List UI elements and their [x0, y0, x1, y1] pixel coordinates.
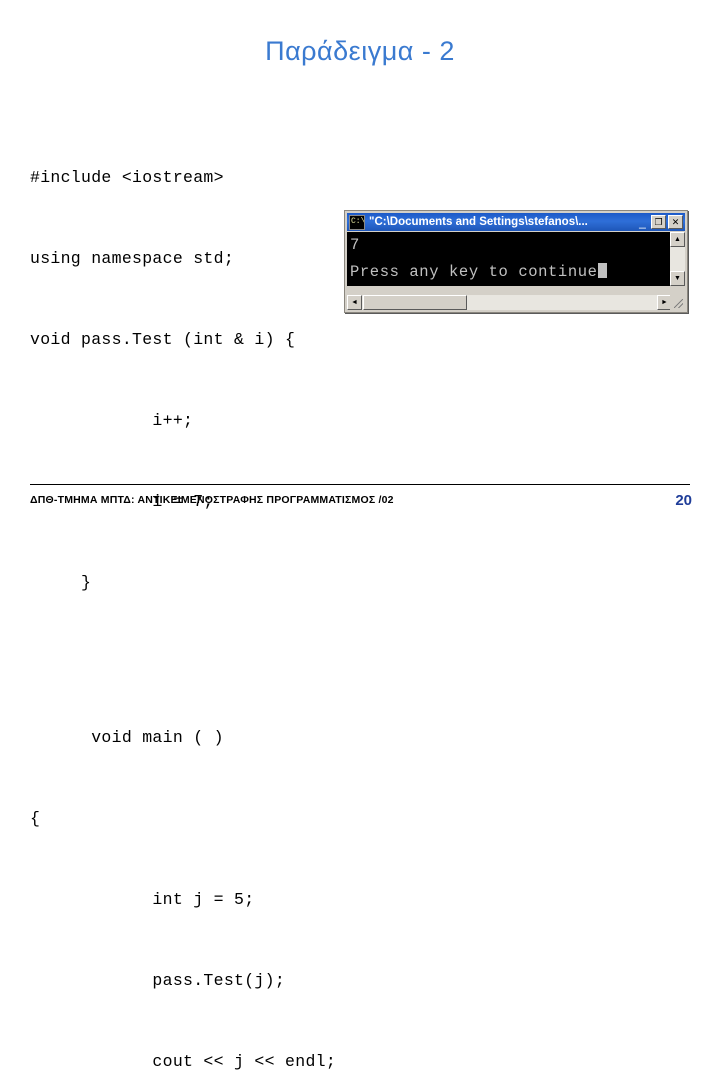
code-line: }: [30, 573, 92, 592]
vertical-scrollbar[interactable]: ▲ ▼: [670, 232, 685, 286]
titlebar-buttons: _ ❐ ✕: [636, 215, 683, 229]
code-line: pass.Test(j);: [30, 971, 286, 990]
horizontal-scroll-thumb[interactable]: [363, 295, 467, 310]
code-line: void pass.Test (int & i) {: [30, 330, 296, 349]
scroll-down-icon[interactable]: ▼: [670, 271, 685, 286]
page-title: Παράδειγμα - 2: [265, 36, 455, 66]
scroll-left-icon[interactable]: ◄: [347, 295, 362, 310]
console-output-area: 7 Press any key to continue: [347, 232, 672, 286]
console-output-line-2: Press any key to continue: [347, 259, 672, 286]
console-window[interactable]: C:\ "C:\Documents and Settings\stefanos\…: [344, 210, 688, 313]
minimize-button[interactable]: _: [636, 215, 649, 229]
maximize-button[interactable]: ❐: [651, 215, 666, 229]
code-line: int j = 5;: [30, 890, 255, 909]
console-output-line-1: 7: [350, 236, 360, 254]
console-title-text: "C:\Documents and Settings\stefanos\...: [369, 216, 588, 228]
horizontal-scrollbar[interactable]: ◄ ►: [347, 295, 672, 310]
console-cursor: [597, 263, 607, 278]
code-line: #include <iostream>: [30, 168, 224, 187]
footer-text: ΔΠΘ-ΤΜΗΜΑ ΜΠΤΔ: ΑΝΤΙΚΕΙΜΕΝΟΣΤΡΑΦΗΣ ΠΡΟΓΡ…: [30, 494, 394, 506]
vertical-scroll-track[interactable]: [670, 247, 685, 271]
footer-divider: [30, 484, 690, 485]
page-number: 20: [675, 492, 692, 509]
console-icon: C:\: [349, 214, 365, 230]
console-output-text: Press any key to continue: [350, 263, 598, 281]
console-titlebar[interactable]: C:\ "C:\Documents and Settings\stefanos\…: [347, 213, 685, 231]
close-button[interactable]: ✕: [668, 215, 683, 229]
code-line: {: [30, 809, 41, 828]
code-line: i++;: [30, 411, 194, 430]
code-line: void main ( ): [30, 728, 224, 747]
code-line: cout << j << endl;: [30, 1052, 337, 1071]
resize-grip-icon[interactable]: [670, 295, 685, 310]
slide-canvas: Παράδειγμα - 2 #include <iostream> using…: [0, 0, 720, 1071]
scroll-up-icon[interactable]: ▲: [670, 232, 685, 247]
